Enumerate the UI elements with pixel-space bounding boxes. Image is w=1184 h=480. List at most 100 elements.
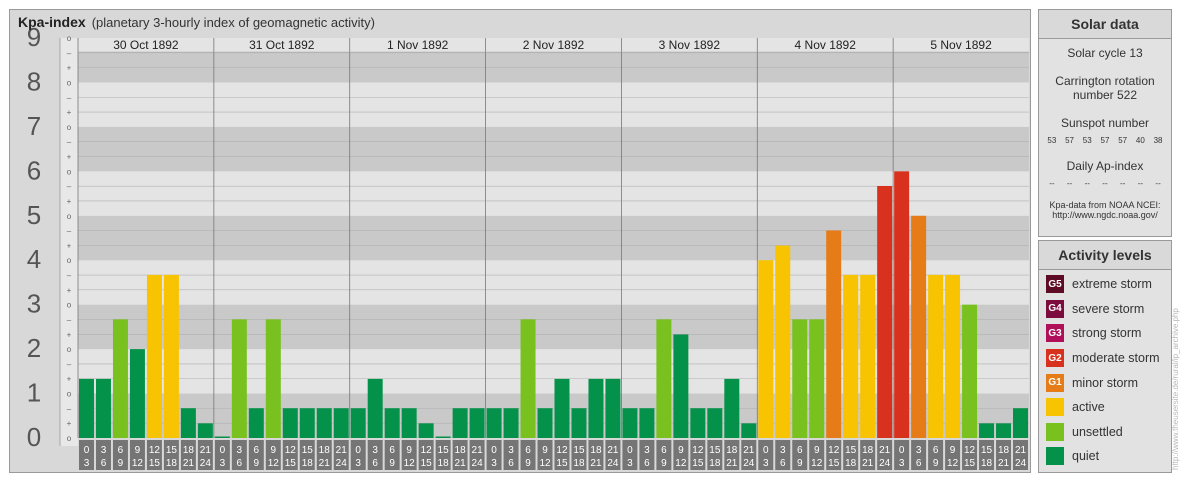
interval-start-20: 12 <box>421 445 433 456</box>
watermark-url: http://www.theusersite.de/rural/ip_archi… <box>1171 308 1180 470</box>
interval-end-18: 9 <box>389 458 395 469</box>
kp-bar-29 <box>571 408 587 438</box>
kp-bar-35 <box>673 334 689 438</box>
interval-end-3: 12 <box>132 458 144 469</box>
interval-end-20: 15 <box>421 458 433 469</box>
kp-bar-51 <box>945 274 961 438</box>
kp-bar-2 <box>112 319 128 438</box>
kp-bar-49 <box>911 215 927 438</box>
day-label-2: 1 Nov 1892 <box>387 38 449 52</box>
kp-bar-0 <box>79 378 94 438</box>
kp-bar-10 <box>248 408 264 438</box>
interval-start-27: 9 <box>542 445 548 456</box>
kp-bar-34 <box>656 319 672 438</box>
interval-start-41: 3 <box>780 445 786 456</box>
interval-start-51: 9 <box>950 445 956 456</box>
interval-start-18: 6 <box>389 445 395 456</box>
interval-end-8: 3 <box>220 458 226 469</box>
kp-bar-50 <box>928 274 944 438</box>
interval-end-13: 18 <box>302 458 314 469</box>
legend-item-minor-storm: G1 minor storm <box>1039 370 1171 395</box>
chart-subtitle: (planetary 3-hourly index of geomagnetic… <box>91 15 375 30</box>
legend-swatch: G5 <box>1046 275 1064 294</box>
interval-end-22: 21 <box>455 458 467 469</box>
interval-end-6: 21 <box>183 458 195 469</box>
interval-start-8: 0 <box>220 445 226 456</box>
interval-end-36: 15 <box>692 458 704 469</box>
kp-bar-52 <box>962 304 978 438</box>
legend-label: strong storm <box>1072 326 1142 341</box>
interval-start-43: 9 <box>814 445 820 456</box>
interval-start-48: 0 <box>899 445 905 456</box>
legend-label: quiet <box>1072 449 1100 464</box>
interval-end-43: 12 <box>811 458 823 469</box>
kp-bar-43 <box>809 319 825 438</box>
kp-bar-31 <box>605 378 621 438</box>
minor-tick-label-5: – <box>67 360 72 369</box>
minor-tick-label-8: – <box>67 315 72 324</box>
interval-start-47: 21 <box>879 445 891 456</box>
interval-end-17: 6 <box>372 458 378 469</box>
interval-start-0: 0 <box>84 445 90 456</box>
legend-item-strong-storm: G3 strong storm <box>1039 321 1171 346</box>
kp-bar-23 <box>469 408 485 438</box>
kp-bar-55 <box>1013 408 1028 438</box>
ap-value-3: -- <box>1102 179 1108 188</box>
ap-value-4: -- <box>1120 179 1126 188</box>
interval-end-51: 12 <box>947 458 959 469</box>
interval-start-54: 18 <box>998 445 1010 456</box>
legend-swatch: G1 <box>1046 373 1064 392</box>
kp-bar-47 <box>877 186 893 438</box>
kp-bar-48 <box>894 171 910 439</box>
interval-end-23: 24 <box>472 458 484 469</box>
kp-bar-40 <box>758 260 774 438</box>
minor-tick-label-21: o <box>67 123 72 132</box>
source-line-2: http://www.ngdc.noaa.gov/ <box>1052 210 1158 220</box>
kp-bar-42 <box>792 319 808 438</box>
interval-start-26: 6 <box>525 445 531 456</box>
carrington-rotation-line-1: Carrington rotation <box>1055 74 1155 88</box>
kp-bar-41 <box>775 245 791 438</box>
sunspot-value-1: 57 <box>1065 136 1074 145</box>
interval-end-5: 18 <box>166 458 178 469</box>
kp-bar-12 <box>282 408 298 438</box>
interval-end-12: 15 <box>285 458 297 469</box>
sunspot-value-2: 53 <box>1082 136 1092 145</box>
legend-label: minor storm <box>1072 375 1138 390</box>
sunspot-value-5: 40 <box>1135 136 1145 145</box>
daily-ap-values: -- -- -- -- -- -- -- <box>1039 179 1171 188</box>
kp-bar-32 <box>622 408 638 438</box>
sunspot-value-4: 57 <box>1118 136 1128 145</box>
interval-start-30: 18 <box>590 445 602 456</box>
legend-label: severe storm <box>1072 301 1145 316</box>
kp-bar-14 <box>316 408 332 438</box>
minor-tick-label-13: + <box>67 241 72 250</box>
interval-end-27: 12 <box>539 458 551 469</box>
kp-bar-1 <box>95 378 111 438</box>
interval-end-19: 12 <box>404 458 416 469</box>
interval-end-38: 21 <box>726 458 738 469</box>
band-6 <box>78 126 1029 172</box>
kp-bar-17 <box>367 378 383 438</box>
interval-start-39: 21 <box>743 445 755 456</box>
kp-bar-30 <box>588 378 604 438</box>
interval-end-25: 6 <box>508 458 514 469</box>
kp-bar-15 <box>333 408 349 438</box>
solar-data-heading: Solar data <box>1039 10 1171 39</box>
legend-swatch: G4 <box>1046 299 1064 318</box>
interval-start-21: 15 <box>438 445 450 456</box>
legend-item-severe-storm: G4 severe storm <box>1039 297 1171 322</box>
interval-start-6: 18 <box>183 445 195 456</box>
interval-start-55: 21 <box>1015 445 1027 456</box>
interval-start-29: 15 <box>573 445 585 456</box>
minor-tick-label-10: + <box>67 286 72 295</box>
interval-end-7: 24 <box>200 458 212 469</box>
kp-bar-9 <box>231 319 247 438</box>
interval-end-47: 24 <box>879 458 891 469</box>
kp-bar-37 <box>707 408 723 438</box>
ap-value-6: -- <box>1155 179 1161 188</box>
legend-swatch <box>1046 398 1064 417</box>
interval-start-12: 12 <box>285 445 297 456</box>
minor-tick-label-0: o <box>67 434 72 443</box>
minor-tick-label-25: + <box>67 64 72 73</box>
